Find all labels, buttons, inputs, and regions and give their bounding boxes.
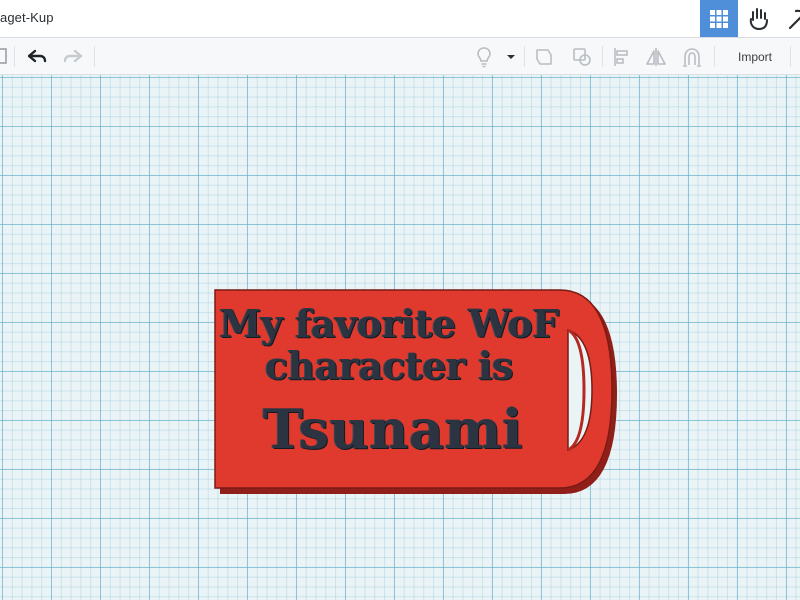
magnet-button[interactable]	[680, 44, 704, 69]
magnet-icon	[683, 47, 701, 67]
tag-text-line-3: Tsunami	[262, 397, 524, 461]
group-icon	[536, 48, 552, 65]
ungroup-button[interactable]	[570, 44, 594, 69]
mirror-button[interactable]	[644, 44, 668, 69]
redo-icon	[63, 49, 83, 62]
design-title[interactable]: aget-Kup	[0, 10, 54, 25]
lightbulb-button[interactable]	[472, 44, 496, 69]
toolbar-divider	[14, 46, 15, 67]
pickaxe-icon	[788, 9, 800, 29]
toolbar-divider	[790, 46, 791, 67]
grid-view-button[interactable]	[700, 0, 738, 37]
bricks-view-button[interactable]	[780, 0, 800, 37]
grid-icon	[710, 9, 728, 28]
lightbulb-icon	[477, 46, 491, 67]
title-bar: aget-Kup	[0, 0, 800, 38]
toolbar-divider	[94, 46, 95, 67]
hand-blocks-icon	[749, 7, 768, 30]
chevron-down-icon	[507, 54, 515, 59]
undo-button[interactable]	[24, 44, 50, 69]
align-icon	[614, 47, 628, 66]
import-button[interactable]: Import	[724, 46, 786, 67]
ungroup-icon	[573, 47, 591, 66]
toolbar-divider	[714, 46, 715, 67]
lightbulb-dropdown[interactable]	[502, 44, 520, 69]
toolbar-divider	[524, 46, 525, 67]
tag-text-line-2: character is	[265, 343, 513, 388]
blocks-view-button[interactable]	[740, 0, 778, 37]
toolbar-divider	[602, 46, 603, 67]
tag-text-line-1: My favorite WoF	[219, 301, 559, 346]
copy-button[interactable]	[0, 44, 8, 69]
align-button[interactable]	[610, 44, 632, 69]
toolbar: Import	[0, 38, 800, 75]
redo-button[interactable]	[60, 44, 86, 69]
copy-icon	[0, 47, 7, 64]
undo-icon	[27, 49, 47, 62]
mirror-icon	[646, 47, 666, 66]
group-button[interactable]	[532, 44, 556, 69]
